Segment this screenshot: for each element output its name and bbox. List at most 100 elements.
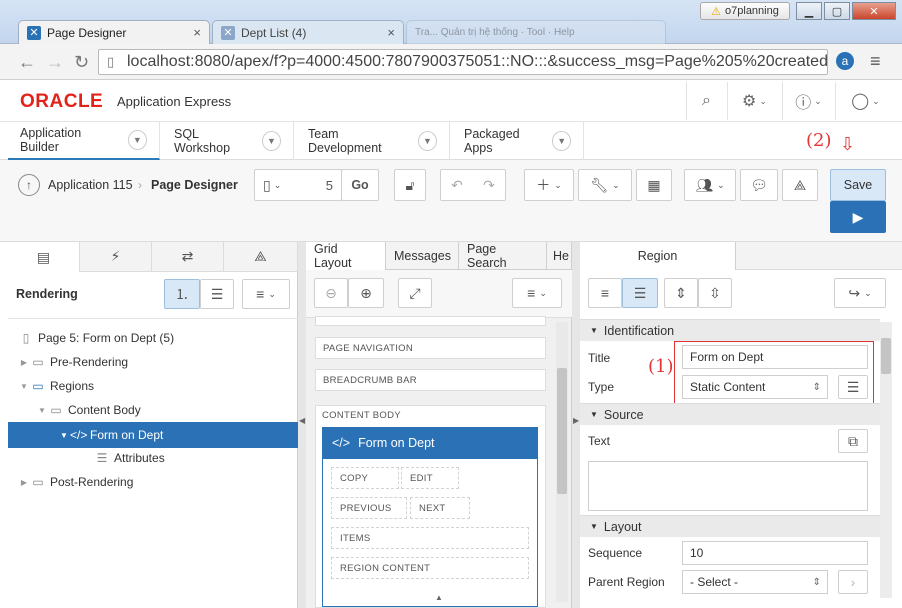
help-icon[interactable]: ⓘ ⌄ bbox=[782, 82, 834, 120]
save-button[interactable]: Save bbox=[830, 169, 886, 201]
open-editor-icon[interactable]: ⧉ bbox=[838, 429, 868, 453]
show-common-icon[interactable]: ≡ bbox=[588, 278, 622, 308]
menu-sql-workshop[interactable]: SQL Workshop ▼ bbox=[162, 122, 294, 160]
comments-icon[interactable]: 💬︎ bbox=[740, 169, 778, 201]
collapse-left-icon[interactable]: ◀ bbox=[299, 416, 305, 425]
slot-next[interactable]: NEXT bbox=[410, 497, 470, 519]
section-identification[interactable]: ▼ Identification bbox=[580, 319, 880, 341]
create-menu-button[interactable]: ＋ ⌄ bbox=[524, 169, 574, 201]
collapse-icon[interactable]: ▼ bbox=[18, 382, 30, 391]
browser-menu-icon[interactable]: ≡ bbox=[870, 51, 881, 72]
utilities-wrench-icon[interactable]: 🔧︎ ⌄ bbox=[578, 169, 632, 201]
tree-item-content-body[interactable]: ▼ ▭ Content Body bbox=[8, 398, 298, 422]
collapse-icon[interactable]: ▼ bbox=[36, 406, 48, 415]
right-splitter[interactable] bbox=[572, 242, 580, 608]
tree-item-attributes[interactable]: ☰ Attributes bbox=[8, 446, 298, 470]
redo-icon[interactable]: ↷ bbox=[483, 177, 495, 194]
show-all-icon[interactable]: ☰ bbox=[622, 278, 658, 308]
forward-icon[interactable]: → bbox=[46, 52, 64, 73]
view-by-processing-icon[interactable]: ☰ bbox=[200, 279, 234, 309]
tree-menu-icon[interactable]: ≡ ⌄ bbox=[242, 279, 290, 309]
tab-region[interactable]: Region bbox=[580, 242, 736, 270]
zoom-in-icon[interactable]: ⊕ bbox=[348, 278, 384, 308]
tree-item-regions[interactable]: ▼ ▭ Regions bbox=[8, 374, 298, 398]
grid-menu-icon[interactable]: ≡ ⌄ bbox=[512, 278, 562, 308]
reload-icon[interactable]: ↻ bbox=[74, 52, 89, 73]
collapse-bottom-icon[interactable]: ▲ bbox=[435, 593, 443, 602]
administration-icon[interactable]: ⚙ ⌄ bbox=[727, 82, 781, 120]
section-source[interactable]: ▼ Source bbox=[580, 403, 880, 425]
tab-messages[interactable]: Messages bbox=[386, 242, 459, 270]
tab-help[interactable]: He bbox=[547, 242, 572, 270]
maximize-icon[interactable]: ▢ bbox=[824, 2, 850, 20]
sequence-input[interactable]: 10 bbox=[682, 541, 868, 565]
browser-tab-page-designer[interactable]: ✕ Page Designer × bbox=[18, 20, 210, 44]
browser-tab-ghost[interactable]: Tra... Quản trị hệ thống · Tool · Help bbox=[406, 20, 666, 44]
tree-item-post-rendering[interactable]: ▶ ▭ Post-Rendering bbox=[8, 470, 298, 494]
tab-rendering-icon[interactable]: ▤ bbox=[8, 242, 80, 272]
chevron-down-icon[interactable]: ▼ bbox=[552, 131, 571, 151]
user-avatar-icon[interactable]: ◯ ⌄ bbox=[835, 82, 895, 120]
page-selector[interactable]: ▯ ⌄ 5 bbox=[254, 169, 342, 201]
tab-page-search[interactable]: Page Search bbox=[459, 242, 547, 270]
run-page-icon[interactable]: ▶ bbox=[830, 201, 886, 233]
undo-icon[interactable]: ↶ bbox=[451, 177, 463, 194]
slot-items[interactable]: ITEMS bbox=[331, 527, 529, 549]
expand-icon[interactable]: ▶ bbox=[18, 478, 30, 487]
slot-edit[interactable]: EDIT bbox=[401, 467, 459, 489]
zoom-out-icon[interactable]: ⊖ bbox=[314, 278, 348, 308]
lock-icon[interactable]: 🔓︎ bbox=[394, 169, 426, 201]
expand-icon[interactable]: ⤢ bbox=[398, 278, 432, 308]
page-number-input[interactable]: 5 bbox=[326, 178, 333, 193]
tree-item-page[interactable]: ▯ Page 5: Form on Dept (5) bbox=[8, 326, 298, 350]
go-button[interactable]: Go bbox=[341, 169, 379, 201]
expand-icon[interactable]: ▶ bbox=[18, 358, 30, 367]
collapse-all-icon[interactable]: ⇕ bbox=[664, 278, 698, 308]
left-splitter[interactable] bbox=[298, 242, 306, 608]
tree-item-form-on-dept[interactable]: ▼ </> Form on Dept bbox=[8, 422, 298, 448]
menu-packaged-apps[interactable]: Packaged Apps ▼ bbox=[452, 122, 584, 160]
up-arrow-icon[interactable]: ↑ bbox=[18, 174, 40, 196]
tree-item-pre-rendering[interactable]: ▶ ▭ Pre-Rendering bbox=[8, 350, 298, 374]
chevron-down-icon[interactable]: ▼ bbox=[417, 131, 437, 151]
chevron-down-icon[interactable]: ▼ bbox=[127, 130, 147, 150]
menu-team-development[interactable]: Team Development ▼ bbox=[296, 122, 450, 160]
go-to-parent-icon[interactable]: › bbox=[838, 570, 868, 594]
minimize-icon[interactable]: ▁ bbox=[796, 2, 822, 20]
undo-redo-group[interactable]: ↶ ↷ bbox=[440, 169, 506, 201]
go-to-group-icon[interactable]: ↪ ⌄ bbox=[834, 278, 886, 308]
slot-previous[interactable]: PREVIOUS bbox=[331, 497, 407, 519]
slot-page-navigation[interactable]: PAGE NAVIGATION bbox=[315, 337, 546, 359]
browser-tab-dept-list[interactable]: ✕ Dept List (4) × bbox=[212, 20, 404, 44]
tab-grid-layout[interactable]: Grid Layout bbox=[306, 242, 386, 270]
extension-icon[interactable]: a bbox=[836, 52, 854, 70]
collapse-icon[interactable]: ▼ bbox=[58, 431, 70, 440]
collapse-right-icon[interactable]: ▶ bbox=[573, 416, 579, 425]
region-header[interactable]: </> Form on Dept bbox=[322, 427, 538, 459]
close-tab-icon[interactable]: × bbox=[387, 25, 395, 40]
slot-copy[interactable]: COPY bbox=[331, 467, 399, 489]
property-scrollbar-thumb[interactable] bbox=[881, 338, 891, 374]
tab-processing-icon[interactable]: ⇄ bbox=[152, 242, 224, 272]
warning-badge[interactable]: ⚠ o7planning bbox=[700, 2, 790, 20]
grid-scrollbar-thumb[interactable] bbox=[557, 368, 567, 494]
text-textarea[interactable] bbox=[588, 461, 868, 511]
shared-shapes-icon[interactable]: ⟁ bbox=[782, 169, 818, 201]
breadcrumb-application[interactable]: Application 115 bbox=[48, 178, 133, 192]
slot-breadcrumb-bar[interactable]: BREADCRUMB BAR bbox=[315, 369, 546, 391]
view-by-component-icon[interactable]: ⒈ bbox=[164, 279, 200, 309]
menu-application-builder[interactable]: Application Builder ▼ bbox=[8, 122, 160, 160]
back-icon[interactable]: ← bbox=[18, 52, 36, 73]
shared-components-icon[interactable]: ▦ bbox=[636, 169, 672, 201]
tab-shared-components-icon[interactable]: ⟁ bbox=[224, 242, 298, 272]
expand-all-icon[interactable]: ⇳ bbox=[698, 278, 732, 308]
url-input[interactable]: ▯ localhost:8080/apex/f?p=4000:4500:7807… bbox=[98, 49, 828, 75]
team-development-icon[interactable]: 👥︎ ⌄ bbox=[684, 169, 736, 201]
parent-region-select[interactable]: - Select - ⇕ bbox=[682, 570, 828, 594]
close-tab-icon[interactable]: × bbox=[193, 25, 201, 40]
slot-region-content[interactable]: REGION CONTENT bbox=[331, 557, 529, 579]
tab-dynamic-actions-icon[interactable]: ⚡ bbox=[80, 242, 152, 272]
section-layout[interactable]: ▼ Layout bbox=[580, 515, 880, 537]
close-window-icon[interactable]: ✕ bbox=[852, 2, 896, 20]
chevron-down-icon[interactable]: ▼ bbox=[261, 131, 281, 151]
